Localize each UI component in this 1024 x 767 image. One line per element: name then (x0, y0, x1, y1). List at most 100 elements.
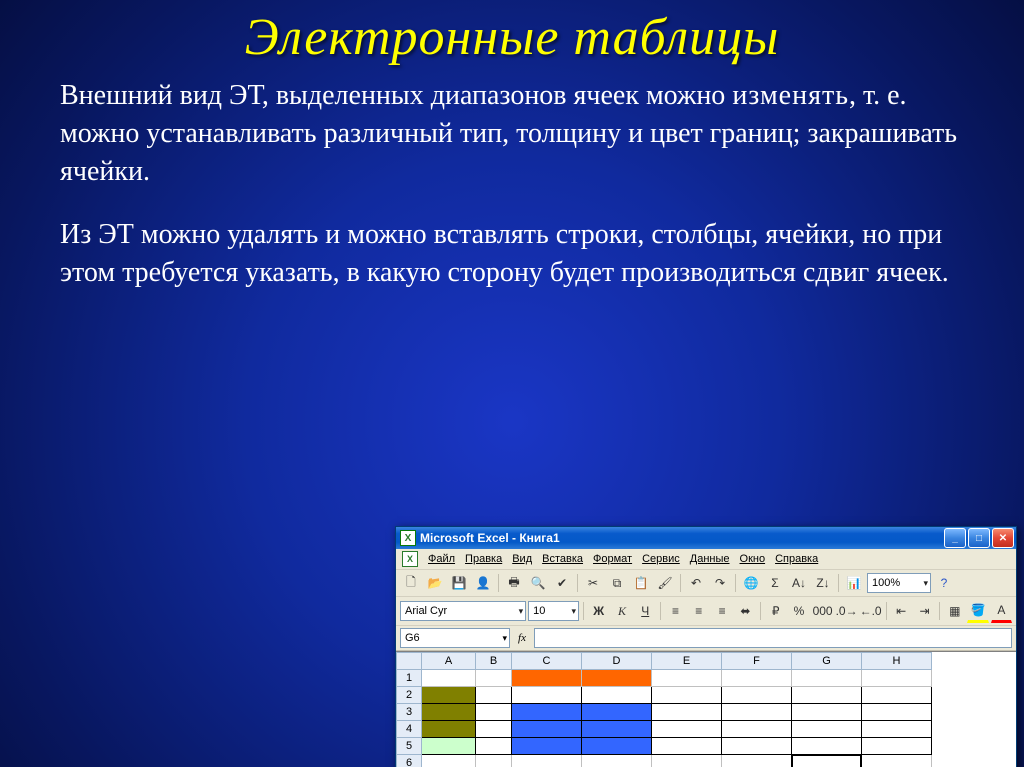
cell-C5[interactable] (512, 738, 582, 755)
cell-H5[interactable] (862, 738, 932, 755)
align-center-icon[interactable]: ≡ (688, 600, 709, 622)
cell-H4[interactable] (862, 721, 932, 738)
cell-H3[interactable] (862, 704, 932, 721)
cell-F2[interactable] (722, 687, 792, 704)
menu-view[interactable]: Вид (512, 553, 532, 565)
cell-E3[interactable] (652, 704, 722, 721)
cell-C6[interactable] (512, 755, 582, 767)
cell-F1[interactable] (722, 670, 792, 687)
cell-B1[interactable] (476, 670, 512, 687)
select-all-corner[interactable] (397, 653, 422, 670)
cell-F3[interactable] (722, 704, 792, 721)
zoom-combo[interactable]: 100% (867, 573, 931, 593)
row-header-5[interactable]: 5 (397, 738, 422, 755)
hyperlink-icon[interactable]: 🌐 (740, 572, 762, 594)
cell-B3[interactable] (476, 704, 512, 721)
name-box[interactable]: G6 (400, 628, 510, 648)
cell-F5[interactable] (722, 738, 792, 755)
col-header-E[interactable]: E (652, 653, 722, 670)
comma-icon[interactable]: 000 (812, 600, 834, 622)
fill-color-icon[interactable]: 🪣 (967, 599, 988, 623)
cell-F6[interactable] (722, 755, 792, 767)
cell-B5[interactable] (476, 738, 512, 755)
dec-decimal-icon[interactable]: ←.0 (860, 600, 882, 622)
inc-decimal-icon[interactable]: .0→ (836, 600, 858, 622)
save-icon[interactable]: 💾 (448, 572, 470, 594)
bold-button[interactable]: Ж (588, 600, 609, 622)
menu-insert[interactable]: Вставка (542, 553, 583, 565)
percent-icon[interactable]: % (788, 600, 809, 622)
cell-D1[interactable] (582, 670, 652, 687)
menu-help[interactable]: Справка (775, 553, 818, 565)
font-combo[interactable]: Arial Cyr (400, 601, 526, 621)
menu-tools[interactable]: Сервис (642, 553, 680, 565)
format-painter-icon[interactable]: 🖌 (654, 572, 676, 594)
cell-G4[interactable] (792, 721, 862, 738)
cut-icon[interactable]: ✂ (582, 572, 604, 594)
cell-G2[interactable] (792, 687, 862, 704)
cell-B4[interactable] (476, 721, 512, 738)
cell-B2[interactable] (476, 687, 512, 704)
sort-desc-icon[interactable]: Z↓ (812, 572, 834, 594)
col-header-A[interactable]: A (422, 653, 476, 670)
cell-E6[interactable] (652, 755, 722, 767)
minimize-button[interactable]: _ (944, 528, 966, 548)
italic-button[interactable]: К (611, 600, 632, 622)
cell-D6[interactable] (582, 755, 652, 767)
row-header-1[interactable]: 1 (397, 670, 422, 687)
menu-data[interactable]: Данные (690, 553, 730, 565)
cell-G5[interactable] (792, 738, 862, 755)
cell-H1[interactable] (862, 670, 932, 687)
row-header-4[interactable]: 4 (397, 721, 422, 738)
cell-D3[interactable] (582, 704, 652, 721)
underline-button[interactable]: Ч (635, 600, 656, 622)
borders-icon[interactable]: ▦ (944, 600, 965, 622)
menu-edit[interactable]: Правка (465, 553, 502, 565)
cell-B6[interactable] (476, 755, 512, 767)
cell-F4[interactable] (722, 721, 792, 738)
row-header-3[interactable]: 3 (397, 704, 422, 721)
new-icon[interactable]: 🗋 (400, 572, 422, 594)
cell-E5[interactable] (652, 738, 722, 755)
cell-H6[interactable] (862, 755, 932, 767)
col-header-H[interactable]: H (862, 653, 932, 670)
cell-D2[interactable] (582, 687, 652, 704)
print-icon[interactable]: 🖶 (503, 572, 525, 594)
paste-icon[interactable]: 📋 (630, 572, 652, 594)
row-header-6[interactable]: 6 (397, 755, 422, 767)
col-header-G[interactable]: G (792, 653, 862, 670)
cell-C4[interactable] (512, 721, 582, 738)
spelling-icon[interactable]: ✔ (551, 572, 573, 594)
fx-icon[interactable]: fx (514, 630, 530, 646)
col-header-D[interactable]: D (582, 653, 652, 670)
align-left-icon[interactable]: ≡ (665, 600, 686, 622)
cell-A4[interactable] (422, 721, 476, 738)
open-icon[interactable]: 📂 (424, 572, 446, 594)
cell-G1[interactable] (792, 670, 862, 687)
cell-A6[interactable] (422, 755, 476, 767)
cell-D4[interactable] (582, 721, 652, 738)
permission-icon[interactable]: 👤 (472, 572, 494, 594)
redo-icon[interactable]: ↷ (709, 572, 731, 594)
cell-A5[interactable] (422, 738, 476, 755)
cell-E2[interactable] (652, 687, 722, 704)
close-button[interactable]: ✕ (992, 528, 1014, 548)
cell-C2[interactable] (512, 687, 582, 704)
menu-file[interactable]: Файл (428, 553, 455, 565)
cell-A1[interactable] (422, 670, 476, 687)
preview-icon[interactable]: 🔍 (527, 572, 549, 594)
cell-E4[interactable] (652, 721, 722, 738)
cell-G3[interactable] (792, 704, 862, 721)
col-header-B[interactable]: B (476, 653, 512, 670)
inc-indent-icon[interactable]: ⇥ (914, 600, 935, 622)
cell-C1[interactable] (512, 670, 582, 687)
chart-icon[interactable]: 📊 (843, 572, 865, 594)
cell-C3[interactable] (512, 704, 582, 721)
cell-D5[interactable] (582, 738, 652, 755)
cell-A2[interactable] (422, 687, 476, 704)
font-color-icon[interactable]: A (991, 599, 1012, 623)
menu-format[interactable]: Формат (593, 553, 632, 565)
row-header-2[interactable]: 2 (397, 687, 422, 704)
font-size-combo[interactable]: 10 (528, 601, 579, 621)
dec-indent-icon[interactable]: ⇤ (891, 600, 912, 622)
